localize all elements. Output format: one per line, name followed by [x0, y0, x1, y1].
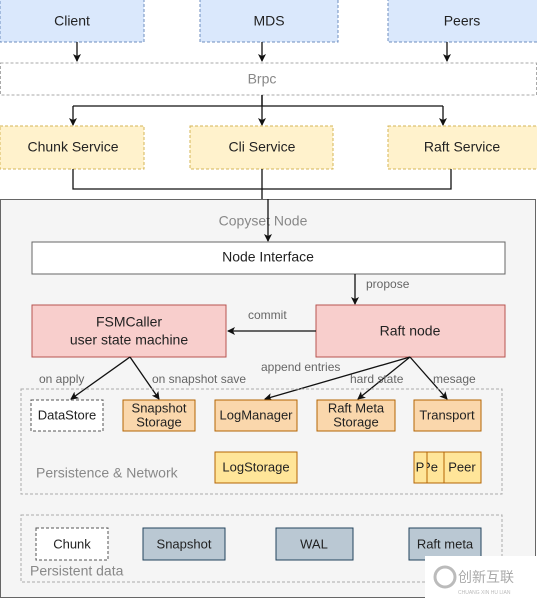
- chunk-data-label: Chunk: [53, 536, 91, 551]
- datastore-label: DataStore: [38, 407, 97, 422]
- logstorage-box: LogStorage: [214, 451, 298, 484]
- logstorage-label: LogStorage: [222, 459, 289, 474]
- peer-stack: P Pe Peer: [413, 451, 482, 484]
- fsmcaller-box: FSMCaller user state machine: [31, 304, 227, 358]
- chunk-service-label: Chunk Service: [27, 139, 118, 155]
- persistent-data-title: Persistent data: [30, 563, 124, 579]
- snapshot-storage-label: Snapshot: [132, 400, 187, 415]
- snapshot-data-label: Snapshot: [157, 536, 212, 551]
- client-box: Client: [0, 0, 145, 43]
- raft-meta-data-label: Raft meta: [417, 536, 474, 551]
- watermark-subtext: CHUANG XIN HU LIAN: [458, 590, 511, 596]
- raft-meta-data-box: Raft meta: [408, 527, 482, 561]
- services-merge-line: [72, 169, 452, 199]
- chunk-service-box: Chunk Service: [0, 125, 145, 170]
- persistence-network-title: Persistence & Network: [36, 465, 179, 481]
- cli-service-label: Cli Service: [229, 139, 296, 155]
- wal-data-label: WAL: [300, 536, 328, 551]
- raft-node-label: Raft node: [380, 323, 441, 339]
- transport-box: Transport: [413, 399, 482, 432]
- node-interface-label: Node Interface: [222, 249, 314, 265]
- on-apply-label: on apply: [39, 372, 84, 386]
- raft-service-label: Raft Service: [424, 139, 500, 155]
- fsmcaller-sublabel: user state machine: [70, 332, 188, 348]
- datastore-box: DataStore: [30, 399, 104, 432]
- logmanager-label: LogManager: [220, 407, 294, 422]
- peers-box: Peers: [387, 0, 537, 43]
- mds-label: MDS: [253, 13, 284, 29]
- peer-label-3: Peer: [448, 459, 476, 474]
- architecture-diagram: Client MDS Peers Brpc Chunk Service Cli …: [0, 0, 537, 600]
- snapshot-data-box: Snapshot: [142, 527, 226, 561]
- mds-box: MDS: [199, 0, 339, 43]
- raft-node-box: Raft node: [315, 304, 506, 358]
- append-entries-label: append entries: [261, 360, 340, 374]
- wal-data-box: WAL: [275, 527, 354, 561]
- hard-state-label: hard state: [350, 372, 404, 386]
- mesage-label: mesage: [433, 372, 476, 386]
- client-label: Client: [54, 13, 90, 29]
- commit-label: commit: [248, 308, 287, 322]
- brpc-label: Brpc: [248, 71, 277, 87]
- cli-service-box: Cli Service: [189, 125, 334, 170]
- snapshot-storage-sublabel: Storage: [136, 414, 182, 429]
- brpc-arrows: [69, 95, 447, 126]
- snapshot-storage-box: Snapshot Storage: [122, 399, 196, 432]
- watermark-text: 创新互联: [458, 569, 514, 585]
- raft-service-box: Raft Service: [387, 125, 537, 170]
- copyset-node-title: Copyset Node: [219, 213, 308, 229]
- transport-label: Transport: [419, 407, 475, 422]
- top-arrows: [73, 42, 451, 62]
- brpc-box: Brpc: [0, 62, 537, 96]
- peers-label: Peers: [444, 13, 481, 29]
- raft-meta-storage-box: Raft Meta Storage: [316, 399, 396, 432]
- watermark-logo: 创新互联 CHUANG XIN HU LIAN: [425, 556, 537, 600]
- on-snapshot-save-label: on snapshot save: [152, 372, 246, 386]
- raft-meta-storage-sublabel: Storage: [333, 414, 379, 429]
- node-interface-box: Node Interface: [31, 241, 506, 275]
- chunk-data-box: Chunk: [35, 527, 109, 561]
- peer-label-1: P: [416, 459, 425, 474]
- fsmcaller-label: FSMCaller: [96, 314, 162, 330]
- raft-meta-storage-label: Raft Meta: [328, 400, 385, 415]
- logmanager-box: LogManager: [214, 399, 298, 432]
- propose-label: propose: [366, 277, 410, 291]
